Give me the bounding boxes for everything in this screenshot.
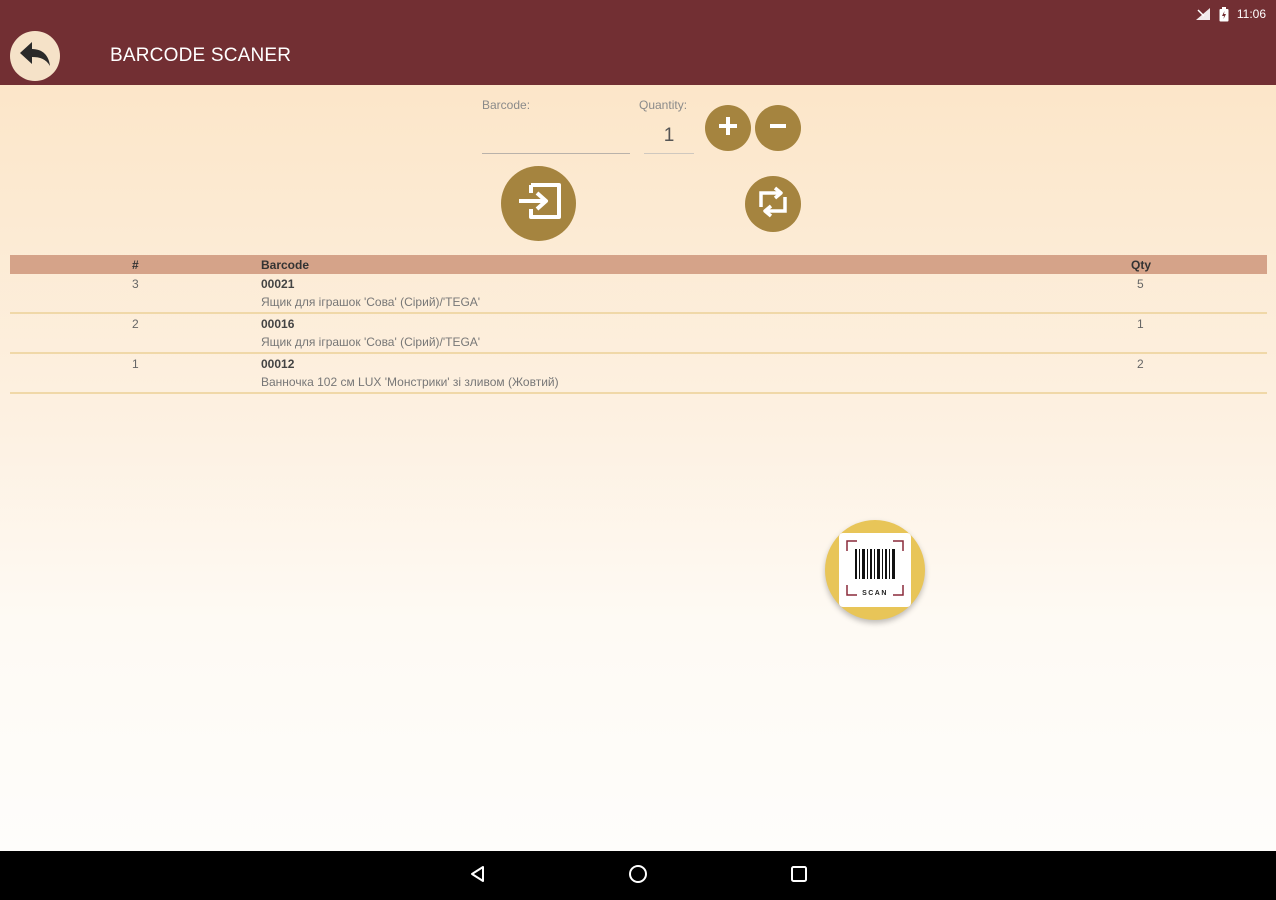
- row-number: 1: [132, 357, 139, 371]
- circle-home-icon: [627, 863, 649, 890]
- status-time: 11:06: [1236, 7, 1266, 21]
- back-button[interactable]: [10, 31, 60, 81]
- back-arrow-icon: [18, 40, 52, 73]
- decrease-quantity-button[interactable]: [755, 105, 801, 151]
- row-number: 3: [132, 277, 139, 291]
- row-qty: 5: [1137, 277, 1144, 291]
- table-row[interactable]: 3 00021 Ящик для іграшок 'Сова' (Сірий)/…: [10, 274, 1267, 314]
- signal-icon: [1195, 7, 1211, 21]
- row-description: Ящик для іграшок 'Сова' (Сірий)/'TEGA': [261, 335, 481, 349]
- plus-icon: [717, 115, 739, 142]
- submit-barcode-button[interactable]: [501, 166, 576, 241]
- scan-label: SCAN: [862, 590, 888, 597]
- nav-home-button[interactable]: [625, 863, 651, 889]
- barcode-label: Barcode:: [482, 98, 531, 112]
- app-title: BARCODE SCANER: [110, 45, 292, 66]
- main-content: Barcode: Quantity: 1 # Barcode Qty 3 000…: [0, 85, 1276, 851]
- row-number: 2: [132, 317, 139, 331]
- header-num: #: [132, 258, 139, 272]
- row-barcode: 00021: [261, 277, 295, 291]
- table-header: # Barcode Qty: [10, 255, 1267, 274]
- row-barcode: 00016: [261, 317, 295, 331]
- minus-icon: [767, 115, 789, 142]
- row-description: Ванночка 102 см LUX 'Монстрики' зі зливо…: [261, 375, 559, 389]
- barcode-input[interactable]: [482, 122, 630, 154]
- header-barcode: Barcode: [261, 258, 310, 272]
- input-arrow-icon: [515, 181, 563, 226]
- row-barcode: 00012: [261, 357, 295, 371]
- battery-icon: [1219, 6, 1229, 22]
- row-qty: 1: [1137, 317, 1144, 331]
- sync-button[interactable]: [745, 176, 801, 232]
- table-row[interactable]: 2 00016 Ящик для іграшок 'Сова' (Сірий)/…: [10, 314, 1267, 354]
- nav-back-button[interactable]: [465, 863, 491, 889]
- sync-icon: [755, 185, 791, 224]
- increase-quantity-button[interactable]: [705, 105, 751, 151]
- app-bar: BARCODE SCANER: [0, 28, 1276, 85]
- quantity-label: Quantity:: [639, 98, 688, 112]
- navigation-bar: [0, 851, 1276, 900]
- row-description: Ящик для іграшок 'Сова' (Сірий)/'TEGA': [261, 295, 481, 309]
- row-qty: 2: [1137, 357, 1144, 371]
- header-qty: Qty: [1131, 258, 1152, 272]
- square-recent-icon: [789, 864, 809, 889]
- nav-recent-button[interactable]: [786, 863, 812, 889]
- scan-button[interactable]: SCAN: [825, 520, 925, 620]
- triangle-back-icon: [468, 864, 488, 889]
- table-row[interactable]: 1 00012 Ванночка 102 см LUX 'Монстрики' …: [10, 354, 1267, 394]
- status-bar: 11:06: [0, 0, 1276, 28]
- scan-card: SCAN: [839, 533, 911, 607]
- quantity-input[interactable]: [644, 119, 694, 154]
